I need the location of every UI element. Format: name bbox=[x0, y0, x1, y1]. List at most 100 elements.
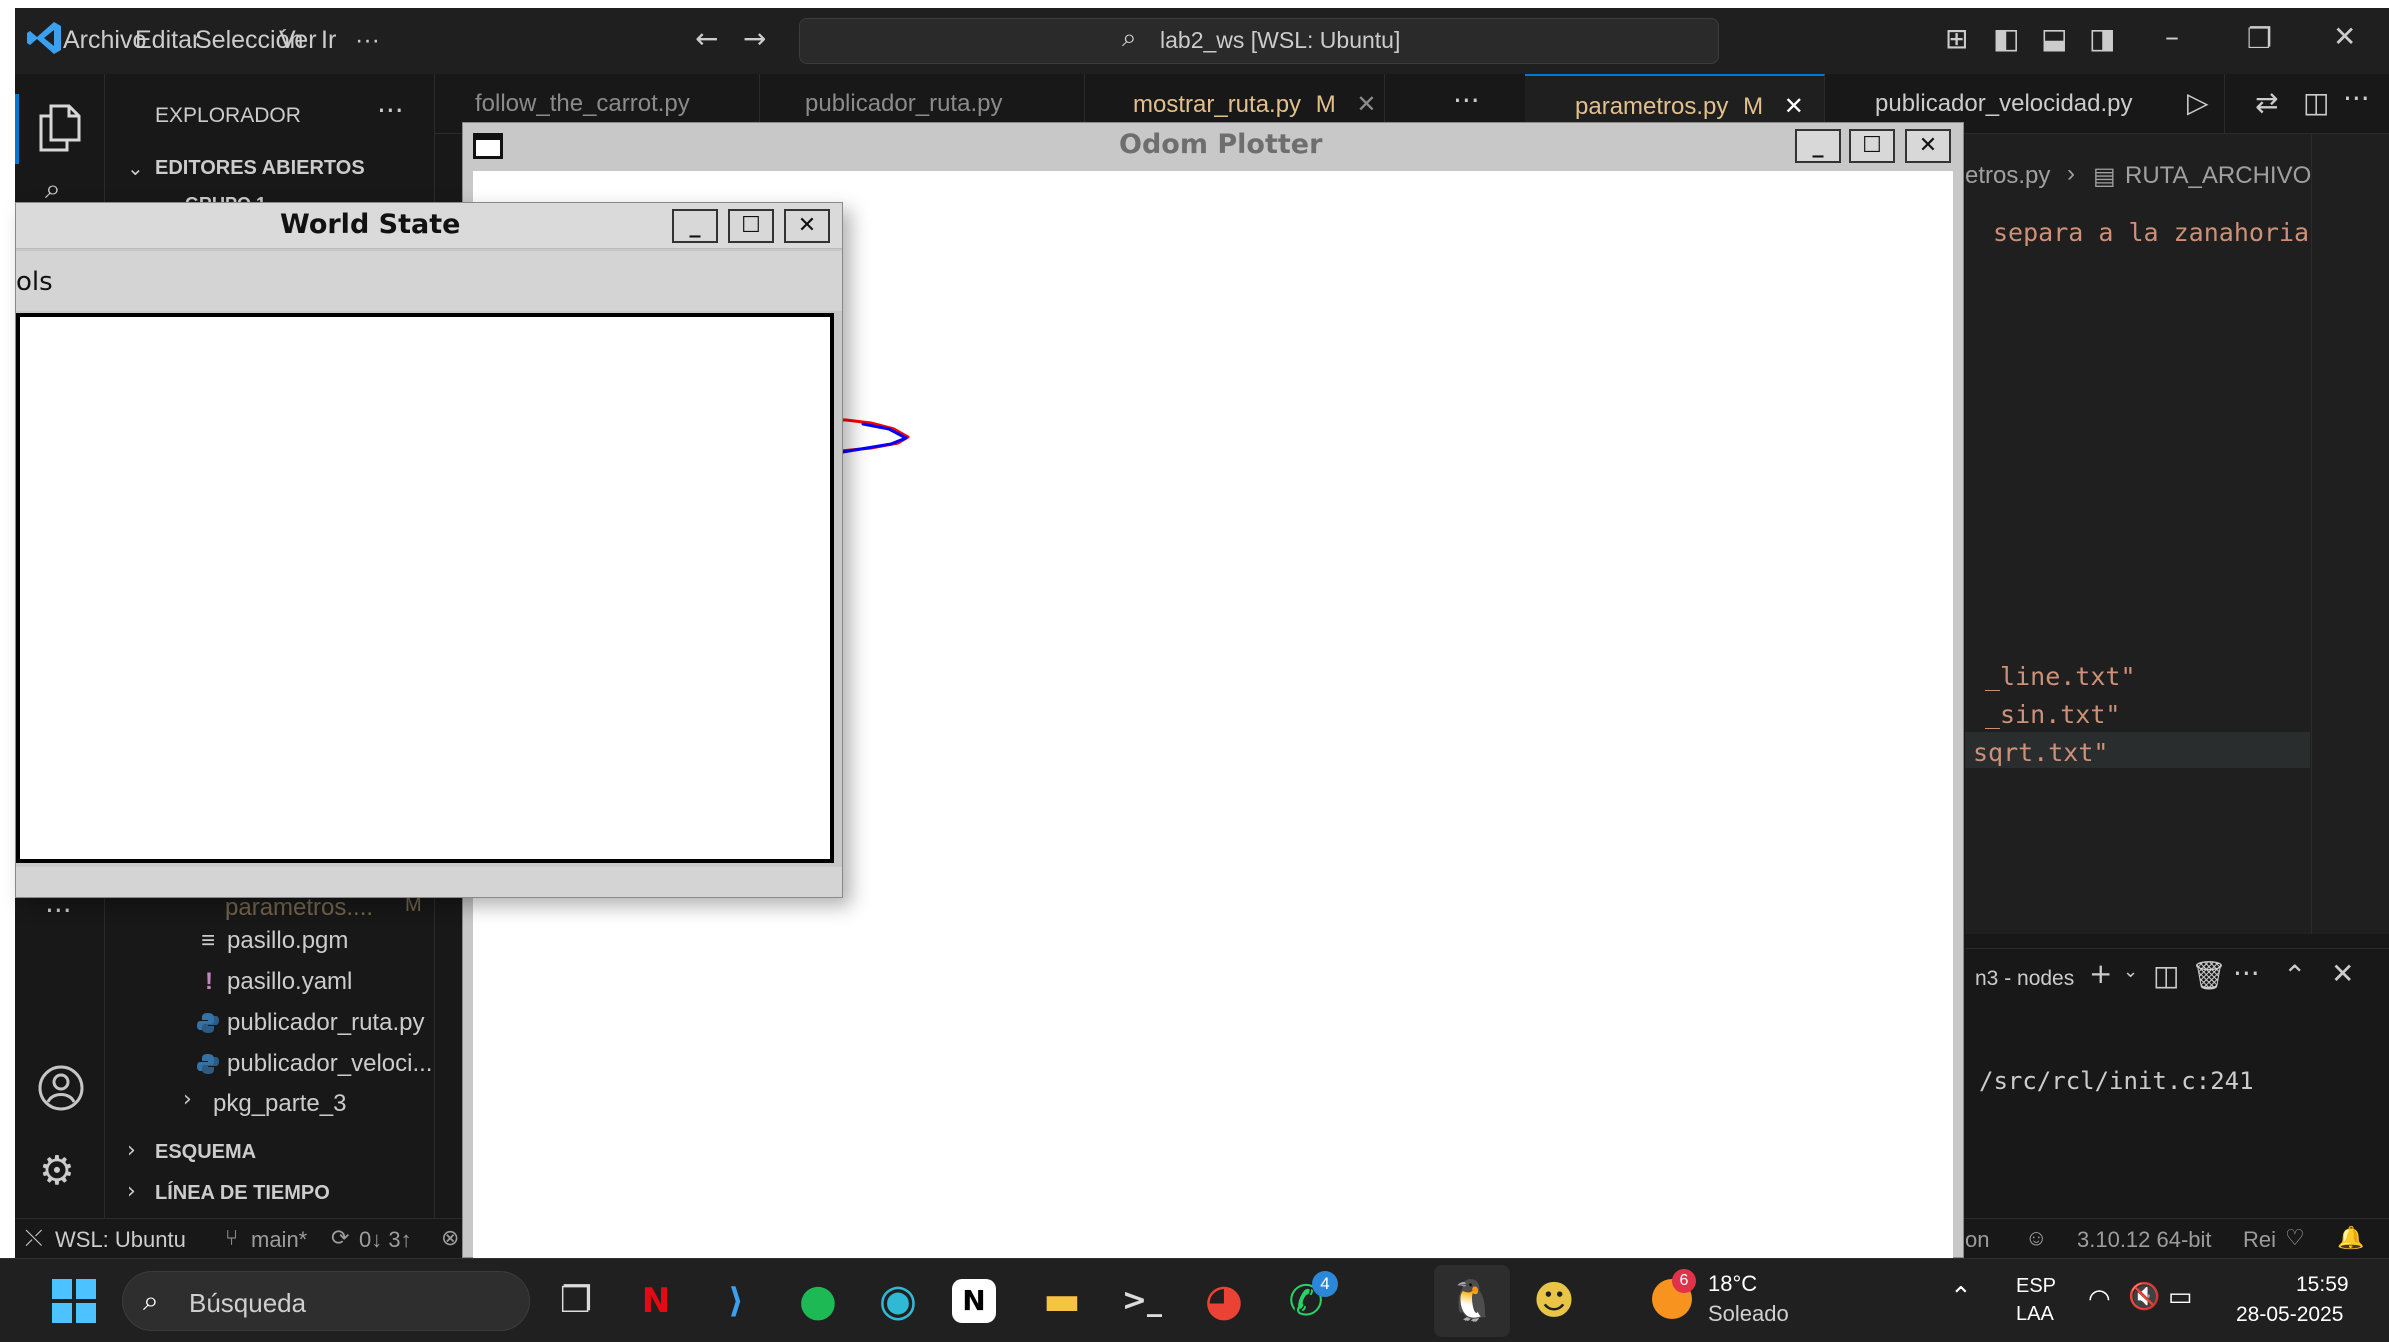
add-terminal-icon[interactable]: + bbox=[2089, 957, 2112, 990]
tab-close-icon[interactable]: ✕ bbox=[1356, 91, 1376, 118]
python-interpreter[interactable]: 3.10.12 64-bit bbox=[2077, 1227, 2212, 1253]
weather-temp[interactable]: 18°C bbox=[1708, 1271, 1757, 1297]
menu-tools-partial[interactable]: ols bbox=[16, 267, 53, 297]
toggle-sidebar-icon[interactable]: ◧ bbox=[1993, 22, 2019, 55]
modified-badge: M bbox=[1315, 91, 1336, 118]
layout-customize-icon[interactable]: ⊞ bbox=[1945, 22, 1968, 55]
folder-pkg-parte-3[interactable]: pkg_parte_3 bbox=[213, 1090, 346, 1118]
file-item-pasillo-pgm[interactable]: pasillo.pgm bbox=[227, 927, 348, 955]
file-item-publicador-ruta[interactable]: publicador_ruta.py bbox=[227, 1009, 424, 1037]
wsl-app-icon[interactable]: ☻ bbox=[1526, 1273, 1582, 1329]
minimap[interactable] bbox=[2311, 134, 2389, 934]
netflix-icon[interactable]: N bbox=[628, 1273, 684, 1329]
notion-icon[interactable]: N bbox=[952, 1279, 996, 1323]
menu-ir[interactable]: Ir bbox=[321, 26, 336, 55]
menu-archivo[interactable]: Archivo bbox=[63, 26, 146, 55]
git-branch[interactable]: main* bbox=[251, 1227, 307, 1253]
windows-start-icon[interactable] bbox=[52, 1279, 96, 1323]
chevron-down-icon[interactable]: ⌄ bbox=[127, 156, 144, 180]
split-editor-icon[interactable]: ◫ bbox=[2303, 86, 2329, 119]
clock-time[interactable]: 15:59 bbox=[2296, 1273, 2349, 1297]
toggle-panel-icon[interactable]: ⬓ bbox=[2041, 22, 2067, 55]
terminal-title[interactable]: n3 - nodes bbox=[1975, 967, 2074, 991]
source-control-icon[interactable]: ⇄ bbox=[2255, 86, 2278, 119]
panel-more-icon[interactable]: ··· bbox=[2233, 957, 2260, 990]
language-secondary[interactable]: LAA bbox=[2016, 1303, 2054, 1326]
minimize-icon[interactable]: – bbox=[2165, 20, 2179, 53]
outline-header[interactable]: ESQUEMA bbox=[155, 1141, 256, 1164]
copilot-icon[interactable]: ☺ bbox=[2025, 1225, 2047, 1251]
code-editor[interactable]: etros.py › ▤ RUTA_ARCHIVO separa a la za… bbox=[1965, 134, 2389, 934]
edge-icon[interactable]: ◉ bbox=[870, 1273, 926, 1329]
breadcrumb-symbol[interactable]: RUTA_ARCHIVO bbox=[2125, 162, 2311, 190]
toggle-secondary-sidebar-icon[interactable]: ◨ bbox=[2089, 22, 2115, 55]
maximize-panel-icon[interactable]: ⌃ bbox=[2283, 959, 2306, 992]
git-sync[interactable]: 0↓ 3↑ bbox=[359, 1227, 412, 1253]
minimize-button[interactable]: _ bbox=[1795, 129, 1841, 163]
chevron-up-icon[interactable]: ⌃ bbox=[1950, 1281, 1972, 1312]
back-arrow-icon[interactable]: ← bbox=[695, 22, 718, 55]
search-icon[interactable]: ⌕ bbox=[45, 172, 61, 206]
maximize-button[interactable]: ☐ bbox=[1849, 129, 1895, 163]
status-item-rei[interactable]: Rei bbox=[2243, 1227, 2276, 1253]
minimize-button[interactable]: _ bbox=[672, 209, 718, 243]
wifi-icon[interactable]: ◠ bbox=[2088, 1283, 2111, 1314]
explorer-more-icon[interactable]: ··· bbox=[377, 94, 404, 127]
explorer-files-icon[interactable] bbox=[37, 102, 83, 152]
vscode-taskbar-icon[interactable]: ⟩ bbox=[708, 1273, 764, 1329]
chevron-right-icon[interactable]: › bbox=[127, 1179, 136, 1204]
world-state-title: World State bbox=[280, 209, 461, 240]
account-icon[interactable] bbox=[37, 1064, 85, 1112]
editor-more-icon[interactable]: ··· bbox=[2343, 82, 2370, 115]
file-item-parametros-partial[interactable]: parametros.... bbox=[225, 894, 373, 922]
close-button[interactable]: ✕ bbox=[784, 209, 830, 243]
tabs-more-icon[interactable]: ··· bbox=[1453, 84, 1480, 117]
close-panel-icon[interactable]: ✕ bbox=[2331, 957, 2354, 990]
menu-editar[interactable]: Editar bbox=[135, 26, 200, 55]
taskbar-search[interactable]: ⌕ Búsqueda bbox=[122, 1271, 530, 1331]
terminal-icon[interactable]: >_ bbox=[1114, 1273, 1170, 1329]
task-view-icon[interactable]: ❐ bbox=[548, 1273, 604, 1329]
window-menu-icon[interactable] bbox=[473, 133, 503, 159]
vscode-logo-icon[interactable] bbox=[25, 18, 65, 58]
open-editors-header[interactable]: EDITORES ABIERTOS bbox=[155, 157, 365, 180]
gear-icon[interactable]: ⚙ bbox=[39, 1148, 75, 1194]
bell-icon[interactable]: 🔔 bbox=[2337, 1225, 2364, 1251]
more-views-icon[interactable]: ··· bbox=[45, 894, 72, 927]
file-item-pasillo-yaml[interactable]: pasillo.yaml bbox=[227, 968, 352, 996]
command-center[interactable]: ⌕ lab2_ws [WSL: Ubuntu] bbox=[799, 18, 1719, 64]
chrome-icon[interactable]: ◕ bbox=[1196, 1273, 1252, 1329]
world-state-title-bar[interactable]: World State _ ☐ ✕ bbox=[16, 203, 842, 249]
chevron-right-icon[interactable]: › bbox=[183, 1087, 192, 1112]
language-primary[interactable]: ESP bbox=[2016, 1275, 2056, 1298]
trash-icon[interactable]: 🗑 bbox=[2191, 959, 2227, 992]
menu-more[interactable]: ··· bbox=[355, 26, 380, 55]
timeline-header[interactable]: LÍNEA DE TIEMPO bbox=[155, 1182, 330, 1205]
breadcrumb-file[interactable]: etros.py bbox=[1965, 162, 2050, 190]
remote-indicator[interactable]: ⤬ WSL: Ubuntu bbox=[15, 1219, 205, 1259]
split-terminal-icon[interactable]: ◫ bbox=[2153, 959, 2179, 992]
volume-muted-icon[interactable]: 🔇 bbox=[2128, 1281, 2160, 1312]
close-icon[interactable]: ✕ bbox=[2333, 20, 2356, 53]
restore-icon[interactable]: ❐ bbox=[2247, 22, 2272, 55]
clock-date[interactable]: 28-05-2025 bbox=[2236, 1303, 2343, 1327]
close-button[interactable]: ✕ bbox=[1905, 129, 1951, 163]
problems-icon[interactable]: ⊗ bbox=[441, 1225, 459, 1251]
spotify-icon[interactable]: ● bbox=[790, 1273, 846, 1329]
tab-close-icon[interactable]: ✕ bbox=[1784, 93, 1804, 120]
battery-icon[interactable]: ▭ bbox=[2168, 1281, 2193, 1312]
file-explorer-icon[interactable]: ▬ bbox=[1034, 1273, 1090, 1329]
tab-label: parametros.py bbox=[1575, 93, 1729, 120]
chevron-right-icon[interactable]: › bbox=[127, 1138, 136, 1163]
run-icon[interactable]: ▷ bbox=[2187, 86, 2209, 119]
forward-arrow-icon[interactable]: → bbox=[743, 22, 766, 55]
linux-tux-icon[interactable]: 🐧 bbox=[1444, 1273, 1500, 1329]
file-item-publicador-velocidad[interactable]: publicador_veloci... bbox=[227, 1050, 432, 1078]
menu-ver[interactable]: Ver bbox=[279, 26, 317, 55]
maximize-button[interactable]: ☐ bbox=[728, 209, 774, 243]
chevron-down-icon[interactable]: ⌄ bbox=[2123, 961, 2138, 982]
remote-label: WSL: Ubuntu bbox=[55, 1227, 186, 1252]
odom-title-bar[interactable]: Odom Plotter _ ☐ ✕ bbox=[463, 123, 1963, 169]
heart-icon[interactable]: ♡ bbox=[2285, 1225, 2305, 1251]
status-item-partial[interactable]: on bbox=[1965, 1227, 1989, 1253]
